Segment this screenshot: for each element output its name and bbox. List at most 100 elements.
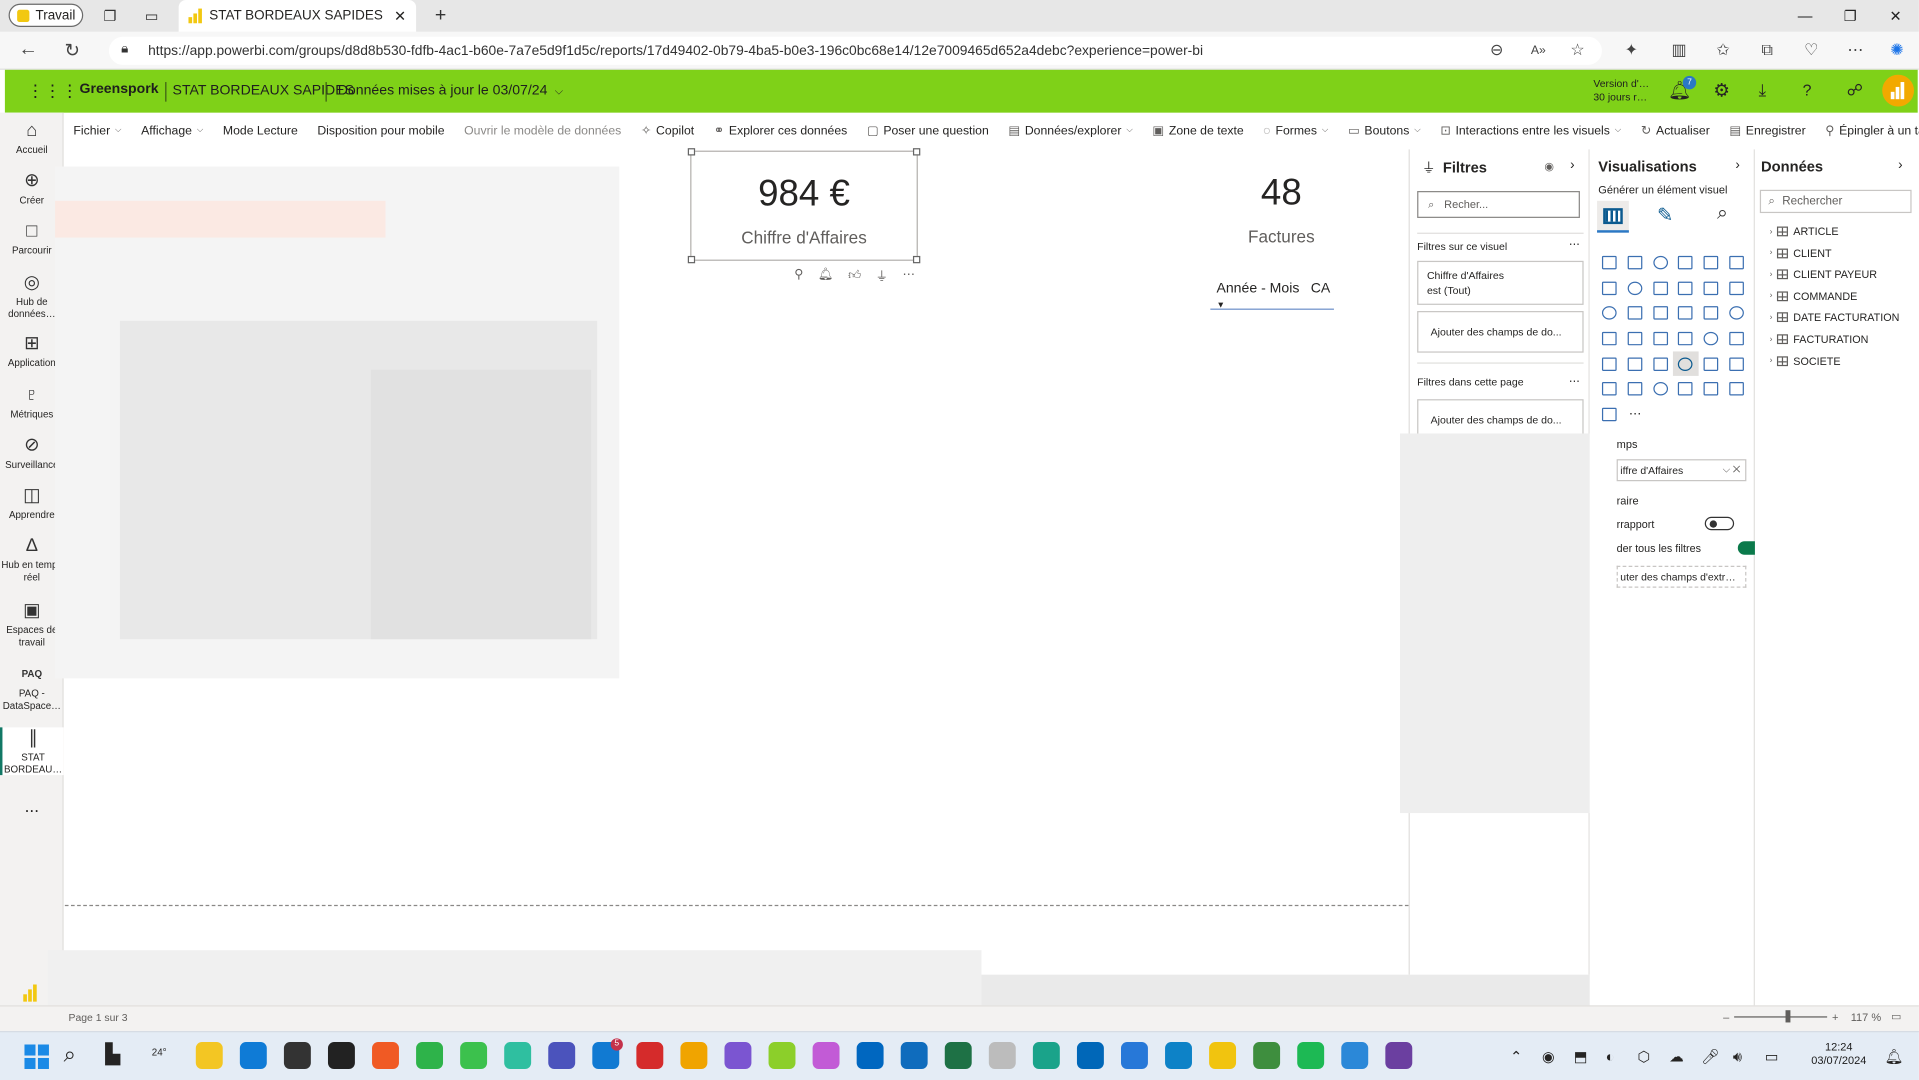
visual-type-icon[interactable] <box>1648 376 1673 401</box>
ribbon-actualiser[interactable]: ↻ Actualiser <box>1631 115 1719 147</box>
taskbar-app-icon[interactable] <box>856 1042 884 1069</box>
ribbon-donn-es-explorer[interactable]: ▤ Données/explorer ⌵ <box>999 115 1143 147</box>
taskbar-app-icon[interactable] <box>1385 1042 1413 1069</box>
visual-type-icon[interactable] <box>1698 300 1723 325</box>
nav-more-icon[interactable]: ... <box>0 798 64 814</box>
account-avatar[interactable] <box>1882 74 1915 107</box>
like-icon[interactable]: 👍︎ <box>848 268 861 282</box>
visual-type-icon[interactable] <box>1648 250 1673 275</box>
ribbon-fichier[interactable]: Fichier ⌵ <box>64 115 132 147</box>
resize-handle[interactable] <box>687 148 696 156</box>
visual-type-icon[interactable] <box>1724 351 1749 376</box>
search-icon[interactable]: ⌕ <box>64 1042 91 1069</box>
visual-type-icon[interactable] <box>1597 326 1622 351</box>
visual-type-icon[interactable] <box>1622 376 1647 401</box>
add-visual-fields-dropzone[interactable]: Ajouter des champs de do... <box>1417 311 1584 353</box>
system-tray-icon[interactable]: ⬒ <box>1574 1048 1588 1065</box>
build-visual-tab[interactable] <box>1597 200 1629 233</box>
taskbar-app-icon[interactable] <box>900 1042 928 1069</box>
ribbon-mode-lecture[interactable]: Mode Lecture <box>213 115 307 147</box>
visual-type-icon[interactable] <box>1673 250 1698 275</box>
taskbar-app-icon[interactable] <box>724 1042 752 1069</box>
more-options-icon[interactable]: ⋯ <box>1569 375 1580 388</box>
ribbon--pingler-un-tableau-de-bord[interactable]: ⚲ Épingler à un tableau de bord <box>1815 115 1919 147</box>
system-tray-icon[interactable]: ⬡ <box>1637 1048 1650 1065</box>
taskbar-app-icon[interactable] <box>1165 1042 1192 1069</box>
clock[interactable]: 12:24 03/07/2024 <box>1811 1041 1866 1068</box>
system-tray-icon[interactable]: 🎤︎ <box>1701 1048 1720 1065</box>
visual-type-icon[interactable] <box>1724 250 1749 275</box>
more-icon[interactable]: ⋯ <box>1842 37 1869 64</box>
settings-icon[interactable]: ⚙ <box>1713 80 1729 102</box>
help-icon[interactable]: ? <box>1803 81 1812 99</box>
taskbar-app-icon[interactable] <box>283 1042 311 1069</box>
collapse-pane-icon[interactable]: › <box>1735 158 1739 173</box>
taskbar-app-icon[interactable] <box>327 1042 355 1069</box>
system-tray-icon[interactable]: 🔊︎ <box>1733 1048 1742 1066</box>
close-tab-icon[interactable]: ✕ <box>394 7 406 24</box>
visual-type-icon[interactable] <box>1597 402 1622 427</box>
ribbon-copilot[interactable]: ✧ Copilot <box>631 115 704 147</box>
ribbon-interactions-entre-les-visuels[interactable]: ⊡ Interactions entre les visuels ⌵ <box>1431 115 1632 147</box>
visual-type-icon[interactable] <box>1724 326 1749 351</box>
field-well-value[interactable]: iffre d'Affaires ⌵ ✕ <box>1616 459 1747 482</box>
url-field[interactable]: 🔒︎ https://app.powerbi.com/groups/d8d8b5… <box>108 36 1602 65</box>
taskbar-app-icon[interactable] <box>1209 1042 1237 1069</box>
visual-type-icon[interactable] <box>1724 300 1749 325</box>
data-table-societe[interactable]: › SOCIETE <box>1770 355 1841 367</box>
start-icon[interactable] <box>22 1042 49 1069</box>
new-tab-icon[interactable]: + <box>431 5 451 26</box>
app-launcher-icon[interactable]: ⋮⋮⋮ <box>27 81 78 102</box>
pin-icon[interactable]: ⚲ <box>794 268 803 281</box>
data-table-article[interactable]: › ARTICLE <box>1770 225 1839 237</box>
notification-center-icon[interactable]: 🔔︎ <box>1885 1048 1904 1065</box>
trial-info[interactable]: Version d'… 30 jours r… <box>1593 77 1649 104</box>
visual-type-icon[interactable] <box>1724 275 1749 300</box>
visual-type-icon[interactable] <box>1597 376 1622 401</box>
ribbon-zone-de-texte[interactable]: ▣ Zone de texte <box>1143 115 1254 147</box>
visual-type-icon[interactable] <box>1648 300 1673 325</box>
taskbar-app-icon[interactable]: 5 <box>592 1038 623 1069</box>
share-feedback-icon[interactable]: ☍ <box>1847 81 1863 101</box>
zoom-in-icon[interactable]: + <box>1832 1011 1838 1023</box>
system-tray-icon[interactable]: ⌃ <box>1510 1048 1522 1065</box>
browser-tab-active[interactable]: STAT BORDEAUX SAPIDES - Pow… ✕ <box>178 0 417 32</box>
taskbar-app-icon[interactable] <box>195 1042 223 1069</box>
taskbar-app-icon[interactable] <box>944 1042 972 1069</box>
taskbar-app-icon[interactable] <box>1121 1042 1148 1069</box>
visual-type-icon[interactable] <box>1597 250 1622 275</box>
report-canvas[interactable]: 984 € Chiffre d'Affaires ⚲ 🔔︎ 👍︎ ⏚ ⋯ 48 … <box>55 148 1409 975</box>
chevron-down-icon[interactable]: ⌵ ✕ <box>1723 464 1741 476</box>
zoom-out-icon[interactable]: – <box>1723 1011 1729 1023</box>
visual-type-icon[interactable] <box>1698 250 1723 275</box>
visual-type-icon[interactable]: ⋯ <box>1622 402 1647 427</box>
filter-card-revenue[interactable]: Chiffre d'Affaires est (Tout) <box>1417 260 1584 305</box>
data-table-client[interactable]: › CLIENT <box>1770 247 1832 259</box>
visual-type-icon[interactable] <box>1597 300 1622 325</box>
more-options-icon[interactable]: ⋯ <box>903 268 915 281</box>
visual-type-icon[interactable] <box>1622 351 1647 376</box>
ribbon-enregistrer[interactable]: ▤ Enregistrer <box>1720 115 1816 147</box>
visibility-icon[interactable]: ◉ <box>1544 160 1554 173</box>
ribbon-boutons[interactable]: ▭ Boutons ⌵ <box>1338 115 1430 147</box>
taskbar-app-icon[interactable] <box>1297 1042 1325 1069</box>
resize-handle[interactable] <box>912 255 921 264</box>
visual-type-icon[interactable] <box>1673 351 1699 377</box>
slicer-field-year-month[interactable]: Année - Mois <box>1216 282 1299 297</box>
tab-actions-icon[interactable]: ▭ <box>142 6 162 26</box>
weather-icon[interactable]: 24° <box>152 1042 179 1069</box>
data-table-facturation[interactable]: › FACTURATION <box>1770 333 1869 345</box>
add-drillthrough-fields[interactable]: uter des champs d'extr… <box>1616 565 1747 588</box>
resize-handle[interactable] <box>912 148 921 156</box>
taskbar-app-icon[interactable] <box>812 1042 840 1069</box>
ribbon-formes[interactable]: ◌ Formes ⌵ <box>1254 115 1339 147</box>
visual-type-icon[interactable] <box>1597 351 1622 376</box>
data-update-dropdown[interactable]: Données mises à jour le 03/07/24 ⌵ <box>338 83 563 98</box>
taskbar-app-icon[interactable] <box>636 1042 664 1069</box>
visual-type-icon[interactable] <box>1724 376 1749 401</box>
profile-button[interactable]: Travail <box>8 3 84 27</box>
extensions-icon[interactable]: ✦ <box>1618 37 1645 64</box>
taskbar-app-icon[interactable] <box>1032 1042 1060 1069</box>
sort-down-icon[interactable]: ▼ <box>1216 301 1224 310</box>
taskbar-app-icon[interactable] <box>372 1042 399 1069</box>
